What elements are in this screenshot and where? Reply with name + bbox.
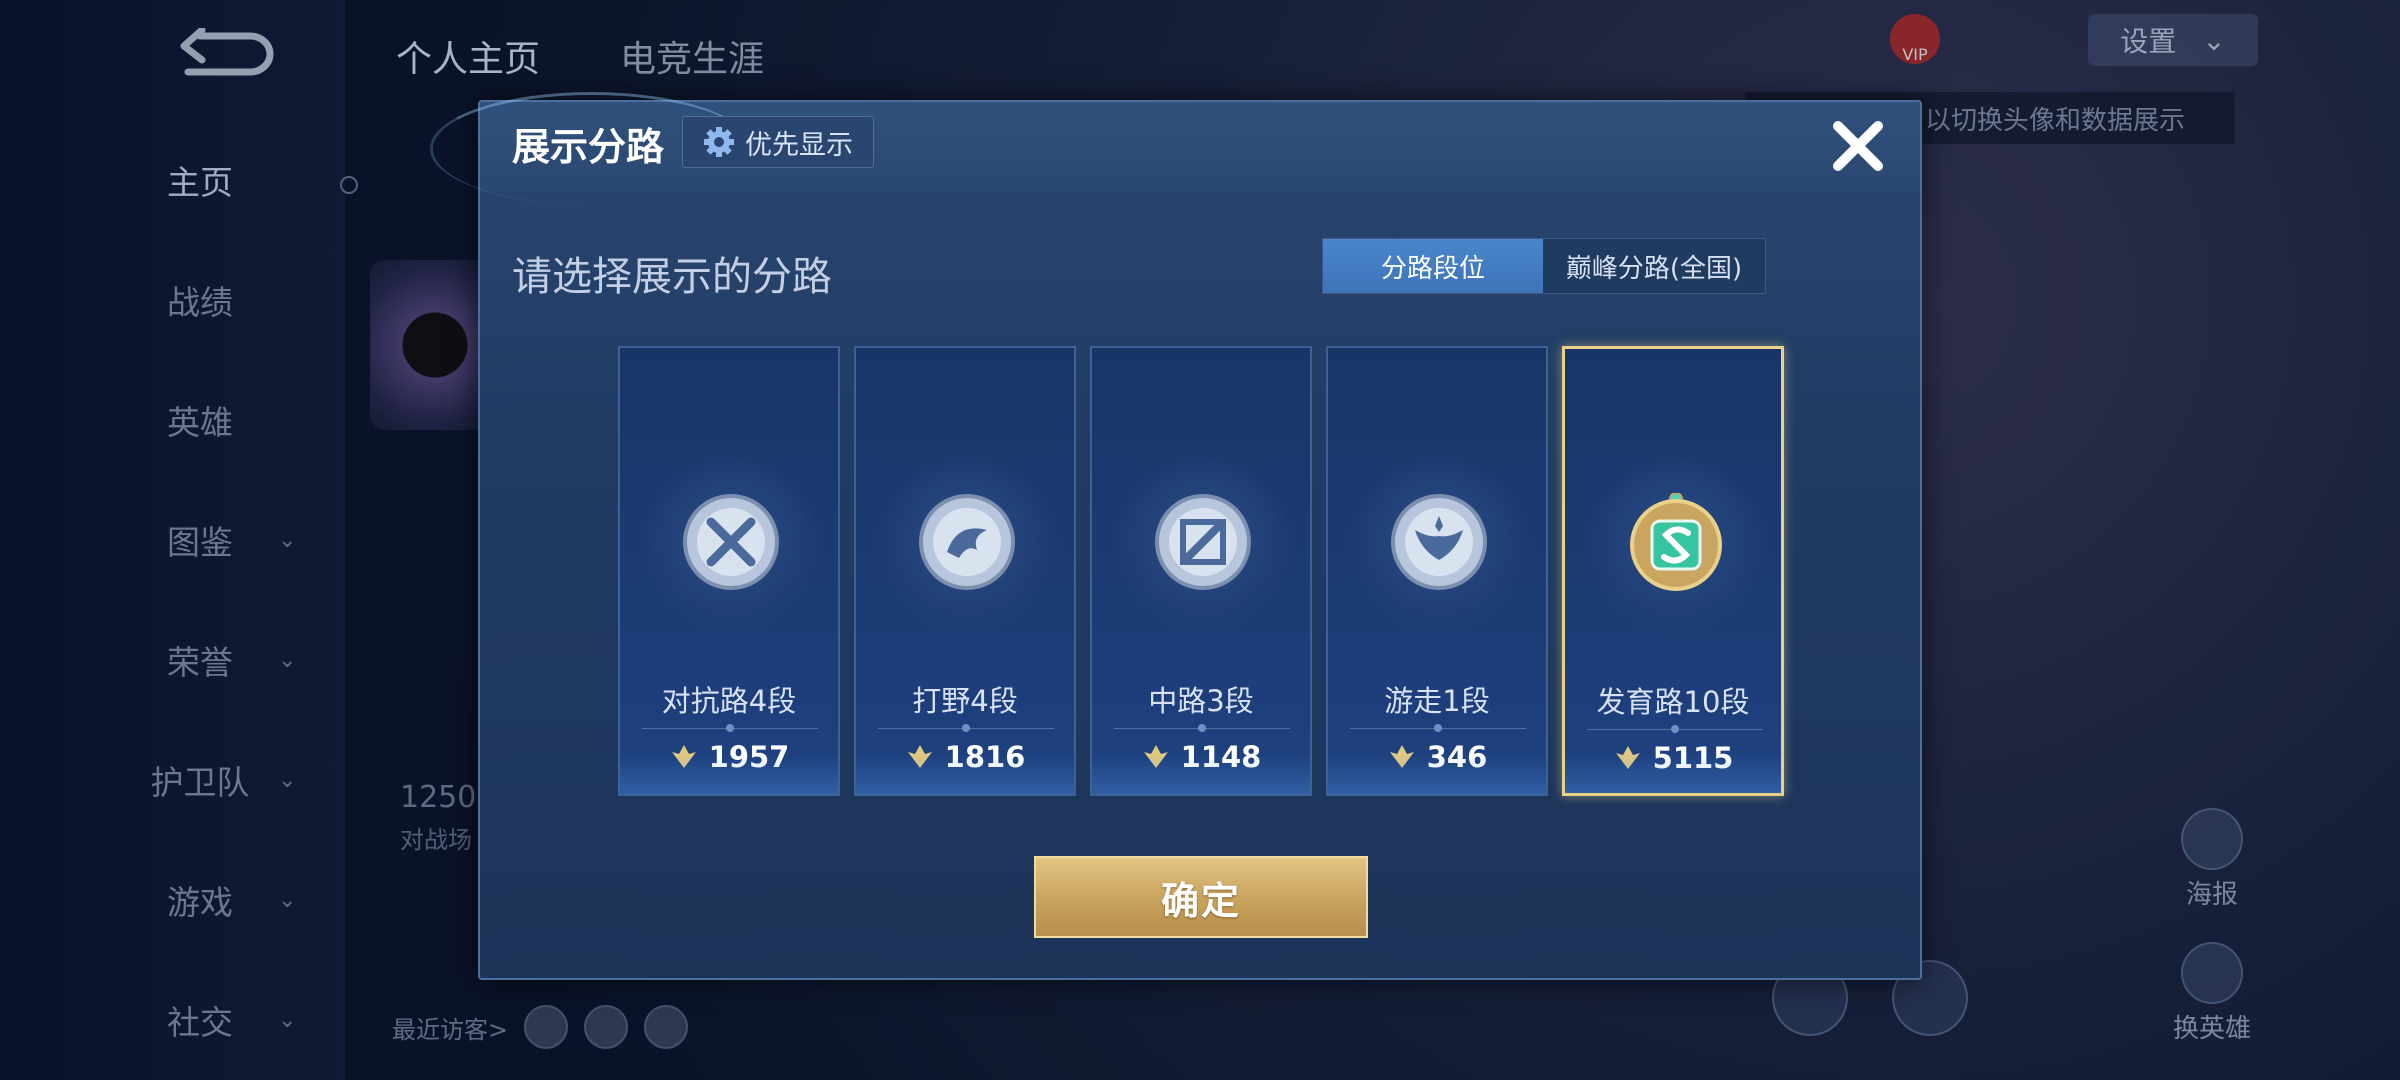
- lane-rank-label: 打野4段: [912, 684, 1018, 718]
- close-icon[interactable]: [1828, 116, 1888, 176]
- lane-rank-label: 发育路10段: [1596, 685, 1750, 719]
- lane-rank-label: 对抗路4段: [661, 684, 797, 718]
- lane-mode-segmented-control: 分路段位 巅峰分路(全国): [1322, 238, 1766, 294]
- priority-display-button[interactable]: 优先显示: [682, 116, 874, 168]
- jungle-emblem-icon: [919, 494, 1015, 590]
- mid-lane-emblem-icon: [1155, 494, 1251, 590]
- card-glow: [856, 754, 1074, 794]
- tab-peak-lane-national[interactable]: 巅峰分路(全国): [1543, 239, 1765, 293]
- divider: [642, 724, 818, 732]
- lane-card-farm[interactable]: 发育路10段 5115: [1562, 346, 1784, 796]
- dialog-subtitle: 请选择展示的分路: [512, 254, 832, 300]
- confirm-button[interactable]: 确定: [1034, 856, 1368, 938]
- lane-rank-label: 中路3段: [1148, 684, 1254, 718]
- farm-lane-emblem-icon: [1630, 493, 1722, 591]
- card-glow: [1565, 753, 1781, 793]
- lane-card-jungle[interactable]: 打野4段 1816: [854, 346, 1076, 796]
- card-glow: [1328, 754, 1546, 794]
- roam-emblem-icon: [1391, 494, 1487, 590]
- divider: [1350, 724, 1526, 732]
- card-glow: [620, 754, 838, 794]
- lane-rank-label: 游走1段: [1384, 684, 1490, 718]
- lane-card-mid[interactable]: 中路3段 1148: [1090, 346, 1312, 796]
- divider: [878, 724, 1054, 732]
- dialog-title: 展示分路: [512, 125, 665, 169]
- divider: [1114, 724, 1290, 732]
- lane-card-roam[interactable]: 游走1段 346: [1326, 346, 1548, 796]
- gear-icon: [704, 127, 734, 157]
- card-glow: [1092, 754, 1310, 794]
- lane-card-clash[interactable]: 对抗路4段 1957: [618, 346, 840, 796]
- priority-display-label: 优先显示: [745, 129, 853, 161]
- clash-lane-emblem-icon: [683, 494, 779, 590]
- divider: [1587, 725, 1763, 733]
- tab-lane-rank[interactable]: 分路段位: [1323, 239, 1543, 293]
- lane-display-dialog: 展示分路 优先显示 请选择展示的分路 分路段位 巅峰分路(全国) 对抗路4段 打…: [430, 92, 1922, 980]
